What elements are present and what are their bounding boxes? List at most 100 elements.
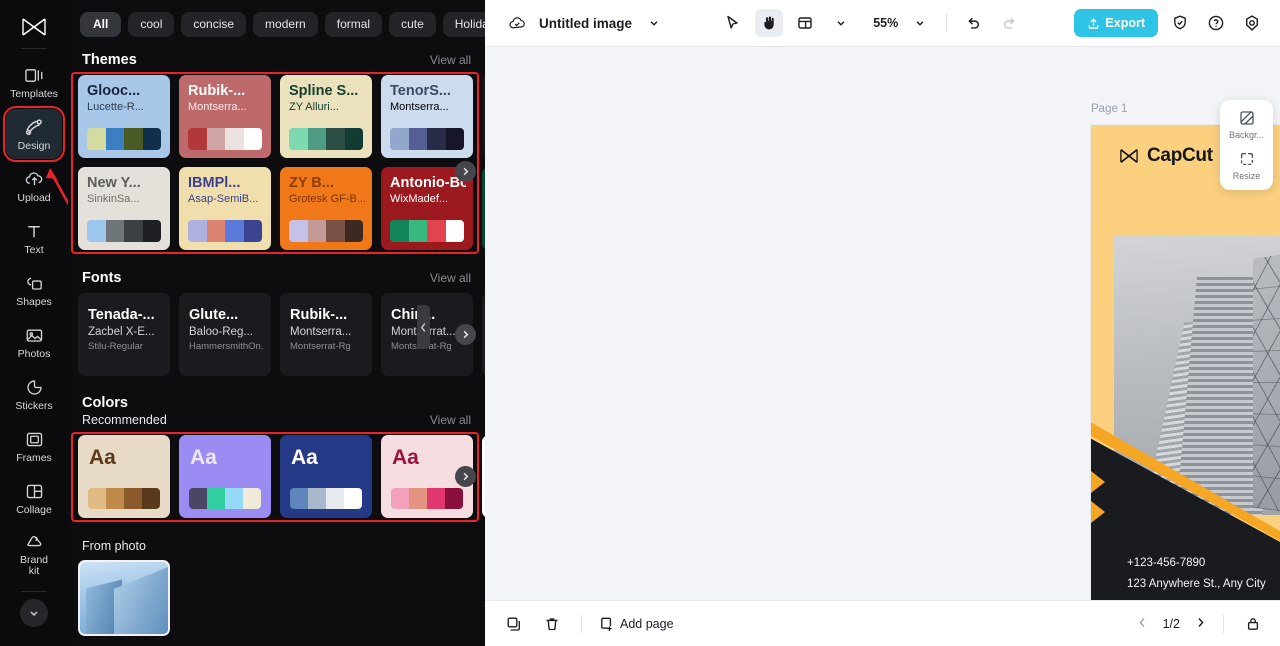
sidebar-item-label: Brand kit <box>19 553 49 577</box>
rail-collapse-button[interactable] <box>20 599 48 627</box>
resize-button[interactable]: Resize <box>1220 150 1273 181</box>
sidebar-item-label: Upload <box>17 191 51 204</box>
themes-view-all[interactable]: View all <box>430 53 471 67</box>
filter-chip-all[interactable]: All <box>80 11 122 37</box>
theme-swatches <box>390 128 464 150</box>
sidebar-item-templates[interactable]: Templates <box>6 57 62 107</box>
theme-font-primary: IBMPl... <box>188 175 241 191</box>
theme-card[interactable]: ZY B... Grotesk GF-B... <box>280 167 372 250</box>
category-chip-bar: AllcoolconcisemodernformalcuteHolidaycl <box>68 0 485 47</box>
fonts-row: Tenada-... Zacbel X-E... Stilu-Regular Glut… <box>78 293 485 376</box>
theme-card[interactable]: Spline S... ZY Alluri... <box>280 75 372 158</box>
sidebar-item-label: Text <box>24 243 44 256</box>
from-photo-thumbnail[interactable] <box>78 560 170 636</box>
sidebar-item-label: Photos <box>17 347 51 360</box>
filter-chip-concise[interactable]: concise <box>181 11 247 37</box>
sidebar-item-collage[interactable]: Collage <box>6 473 62 523</box>
sidebar-item-stickers[interactable]: Stickers <box>6 369 62 419</box>
left-nav-rail: Templates Design Upload Text Shapes Photos Sti… <box>0 0 75 646</box>
add-page-button[interactable]: Add page <box>598 616 674 632</box>
font-name-tertiary: Stilu-Regular <box>88 341 143 352</box>
delete-page-button[interactable] <box>539 611 565 637</box>
sidebar-item-text[interactable]: Text <box>6 213 62 263</box>
theme-swatches <box>188 220 262 242</box>
export-button[interactable]: Export <box>1074 9 1159 37</box>
photos-icon <box>23 325 45 346</box>
next-page-button[interactable] <box>1194 616 1207 632</box>
theme-card[interactable]: Rubik-... Montserra... <box>179 75 271 158</box>
theme-card[interactable]: IBMPl... Asap-SemiB... <box>179 167 271 250</box>
font-card[interactable]: Rubik-... Montserra... Montserrat-Rg <box>280 293 372 376</box>
theme-card[interactable]: New Y... SinkinSa... <box>78 167 170 250</box>
settings-button[interactable] <box>1238 9 1266 37</box>
recommended-header: Recommended View all <box>68 413 485 435</box>
document-title[interactable]: Untitled image <box>539 16 632 31</box>
from-photo-header: From photo <box>68 527 485 555</box>
templates-icon <box>23 65 45 86</box>
page-indicator: 1/2 <box>1162 616 1180 631</box>
sidebar-item-frames[interactable]: Frames <box>6 421 62 471</box>
font-name-secondary: Zacbel X-E... <box>88 326 155 338</box>
select-tool-button[interactable] <box>719 9 747 37</box>
filter-chip-cute[interactable]: cute <box>389 11 436 37</box>
background-button[interactable]: Backgr... <box>1220 109 1273 140</box>
colors-next-button[interactable] <box>455 466 476 487</box>
redo-button[interactable] <box>995 9 1023 37</box>
from-photo-label: From photo <box>82 539 146 553</box>
sidebar-item-shapes[interactable]: Shapes <box>6 265 62 315</box>
text-icon <box>23 221 45 242</box>
filter-chip-cool[interactable]: cool <box>128 11 175 37</box>
filter-chip-holiday[interactable]: Holiday <box>442 11 485 37</box>
hand-tool-button[interactable] <box>755 9 784 37</box>
theme-font-primary: Glooc... <box>87 83 141 99</box>
sidebar-item-photos[interactable]: Photos <box>6 317 62 367</box>
capcut-logo-icon[interactable] <box>14 10 54 44</box>
title-dropdown-icon[interactable] <box>640 9 668 37</box>
layout-tool-button[interactable] <box>791 9 819 37</box>
panel-collapse-handle[interactable] <box>417 305 430 349</box>
sidebar-item-design[interactable]: Design <box>3 106 65 162</box>
sidebar-item-brand-kit[interactable]: Brand kit <box>6 525 62 583</box>
filter-chip-formal[interactable]: formal <box>324 11 383 37</box>
colors-view-all[interactable]: View all <box>430 413 471 427</box>
font-name-primary: Glute... <box>189 307 239 323</box>
zoom-dropdown-icon[interactable] <box>906 9 934 37</box>
brand-lockup: CapCut <box>1118 145 1213 167</box>
font-card[interactable]: Glute... Baloo-Reg... HammersmithOn... <box>179 293 271 376</box>
theme-card[interactable]: TenorS... Montserra... <box>381 75 473 158</box>
theme-swatches <box>289 220 363 242</box>
theme-font-primary: ZY B... <box>289 175 334 191</box>
help-button[interactable] <box>1202 9 1230 37</box>
palette-swatches <box>189 488 261 509</box>
color-palette-card[interactable]: Aa <box>179 435 271 518</box>
lock-button[interactable] <box>1240 611 1266 637</box>
sidebar-item-upload[interactable]: Upload <box>6 161 62 211</box>
themes-next-button[interactable] <box>455 161 476 182</box>
filter-chip-modern[interactable]: modern <box>253 11 318 37</box>
canvas-area[interactable]: Page 1 CapCut +123-456-7890 123 Anywhere… <box>485 47 1280 600</box>
export-label: Export <box>1105 16 1146 30</box>
undo-button[interactable] <box>959 9 987 37</box>
font-name-secondary: Baloo-Reg... <box>189 326 253 338</box>
prev-page-button[interactable] <box>1136 616 1149 632</box>
font-name-primary: Rubik-... <box>290 307 348 323</box>
color-palette-card[interactable]: Aa <box>78 435 170 518</box>
fonts-next-button[interactable] <box>455 324 476 345</box>
resize-label: Resize <box>1232 171 1261 181</box>
theme-font-primary: TenorS... <box>390 83 451 99</box>
color-palette-card[interactable]: Aa <box>280 435 372 518</box>
font-card[interactable]: Tenada-... Zacbel X-E... Stilu-Regular <box>78 293 170 376</box>
shield-check-icon[interactable] <box>1166 9 1194 37</box>
zoom-level[interactable]: 55% <box>873 16 898 30</box>
contact-block[interactable]: +123-456-7890 123 Anywhere St., Any City <box>1127 553 1266 595</box>
theme-font-primary: Rubik-... <box>188 83 246 99</box>
font-name-tertiary: Montserrat-Rg <box>290 341 351 352</box>
palette-swatches <box>290 488 362 509</box>
palette-swatches <box>391 488 463 509</box>
fonts-view-all[interactable]: View all <box>430 271 471 285</box>
duplicate-page-button[interactable] <box>501 611 527 637</box>
layout-dropdown-icon[interactable] <box>827 9 855 37</box>
design-canvas-page[interactable]: CapCut BulidingThe FutureQualityComes Fi… <box>1091 125 1280 600</box>
theme-font-secondary: Montserra... <box>188 101 247 113</box>
theme-card[interactable]: Glooc... Lucette-R... <box>78 75 170 158</box>
